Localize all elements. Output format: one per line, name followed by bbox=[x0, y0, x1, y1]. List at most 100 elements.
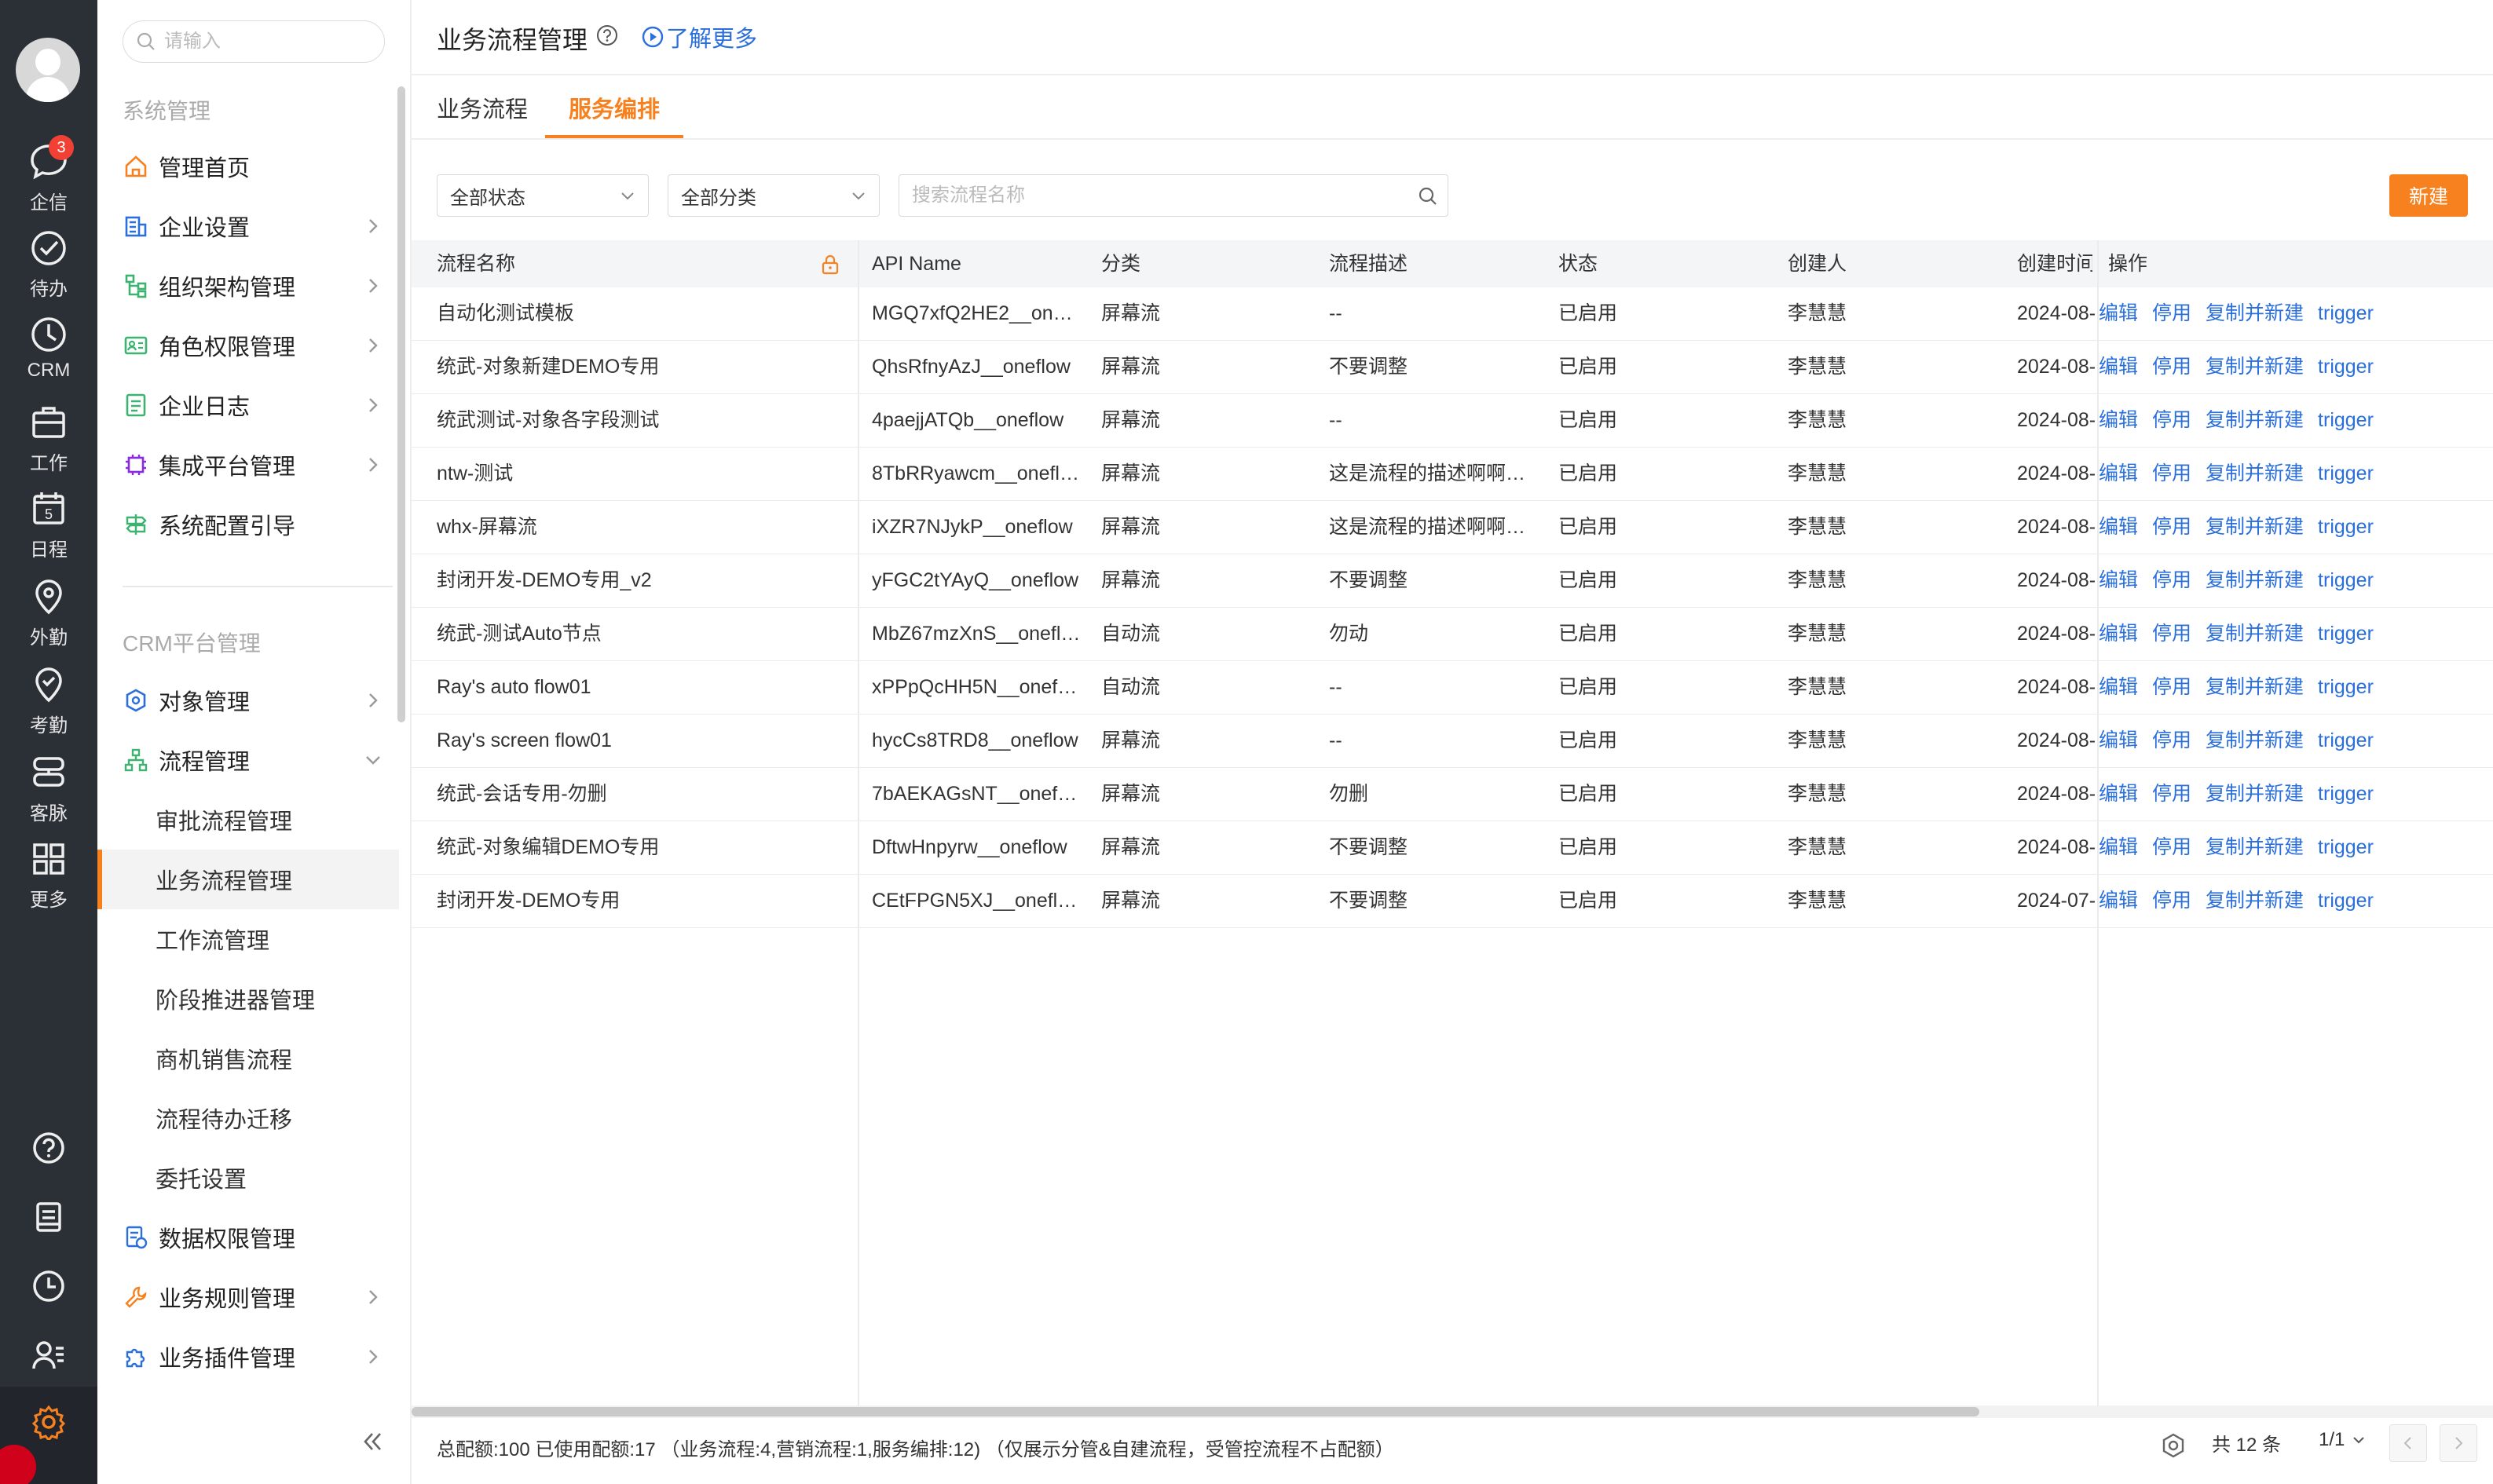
disable-link[interactable]: 停用 bbox=[2152, 569, 2191, 591]
trigger-link[interactable]: trigger bbox=[2318, 783, 2374, 805]
disable-link[interactable]: 停用 bbox=[2152, 462, 2191, 484]
tab-business-process[interactable]: 业务流程 bbox=[437, 91, 528, 138]
process-search-input[interactable] bbox=[912, 185, 1399, 207]
table-row[interactable]: 封闭开发-DEMO专用 CEtFPGN5XJ__onefl… 屏幕流 不要调整 已启用 李… bbox=[412, 875, 2493, 928]
trigger-link[interactable]: trigger bbox=[2318, 890, 2374, 912]
process-search[interactable] bbox=[899, 174, 1448, 217]
sidebar-item-org[interactable]: 组织架构管理 bbox=[116, 262, 393, 309]
user-avatar[interactable] bbox=[16, 38, 80, 102]
sidebar-subitem-business-process[interactable]: 业务流程管理 bbox=[97, 850, 399, 909]
sidebar-scrollbar[interactable] bbox=[397, 86, 405, 722]
sidebar-item-plugins[interactable]: 业务插件管理 bbox=[116, 1333, 393, 1380]
status-filter-select[interactable]: 全部状态 bbox=[437, 174, 649, 217]
sidebar-search[interactable] bbox=[123, 20, 385, 63]
edit-link[interactable]: 编辑 bbox=[2099, 729, 2138, 751]
copy-create-link[interactable]: 复制并新建 bbox=[2206, 729, 2304, 751]
trigger-link[interactable]: trigger bbox=[2318, 356, 2374, 378]
new-button[interactable]: 新建 bbox=[2389, 174, 2468, 217]
disable-link[interactable]: 停用 bbox=[2152, 836, 2191, 858]
tab-service-orchestration[interactable]: 服务编排 bbox=[545, 91, 684, 138]
table-row[interactable]: 封闭开发-DEMO专用_v2 yFGC2tYAyQ__oneflow 屏幕流 不要调整… bbox=[412, 554, 2493, 608]
sidebar-subitem-workflow[interactable]: 工作流管理 bbox=[97, 909, 399, 969]
trigger-link[interactable]: trigger bbox=[2318, 676, 2374, 698]
sidebar-item-logs[interactable]: 企业日志 bbox=[116, 382, 393, 429]
table-row[interactable]: 统武测试-对象各字段测试 4paejjATQb__oneflow 屏幕流 -- 已启用 李… bbox=[412, 394, 2493, 448]
copy-create-link[interactable]: 复制并新建 bbox=[2206, 676, 2304, 698]
table-row[interactable]: 统武-对象编辑DEMO专用 DftwHnpyrw__oneflow 屏幕流 不要调整 已… bbox=[412, 821, 2493, 875]
edit-link[interactable]: 编辑 bbox=[2099, 623, 2138, 645]
sidebar-item-integration[interactable]: 集成平台管理 bbox=[116, 441, 393, 488]
table-row[interactable]: Ray's auto flow01 xPPpQcHH5N__onef… 自动流 -- 已… bbox=[412, 661, 2493, 715]
table-row[interactable]: 自动化测试模板 MGQ7xfQ2HE2__on… 屏幕流 -- 已启用 李慧慧 2024-0… bbox=[412, 287, 2493, 341]
disable-link[interactable]: 停用 bbox=[2152, 516, 2191, 538]
prev-page-button[interactable] bbox=[2389, 1424, 2427, 1462]
category-filter-select[interactable]: 全部分类 bbox=[668, 174, 880, 217]
settings-icon[interactable] bbox=[2160, 1432, 2187, 1459]
edit-link[interactable]: 编辑 bbox=[2099, 409, 2138, 431]
question-circle-icon[interactable] bbox=[595, 24, 619, 47]
copy-create-link[interactable]: 复制并新建 bbox=[2206, 302, 2304, 324]
edit-link[interactable]: 编辑 bbox=[2099, 890, 2138, 912]
rail-item-crm[interactable]: CRM bbox=[0, 314, 97, 393]
learn-more-link[interactable]: 了解更多 bbox=[641, 20, 757, 53]
disable-link[interactable]: 停用 bbox=[2152, 783, 2191, 805]
trigger-link[interactable]: trigger bbox=[2318, 729, 2374, 751]
edit-link[interactable]: 编辑 bbox=[2099, 302, 2138, 324]
edit-link[interactable]: 编辑 bbox=[2099, 836, 2138, 858]
trigger-link[interactable]: trigger bbox=[2318, 623, 2374, 645]
edit-link[interactable]: 编辑 bbox=[2099, 356, 2138, 378]
rail-item-messages[interactable]: 3 企信 bbox=[0, 135, 97, 220]
copy-create-link[interactable]: 复制并新建 bbox=[2206, 836, 2304, 858]
disable-link[interactable]: 停用 bbox=[2152, 676, 2191, 698]
sidebar-item-business-rules[interactable]: 业务规则管理 bbox=[116, 1274, 393, 1321]
copy-create-link[interactable]: 复制并新建 bbox=[2206, 516, 2304, 538]
rail-profile[interactable] bbox=[0, 1332, 97, 1379]
copy-create-link[interactable]: 复制并新建 bbox=[2206, 409, 2304, 431]
page-select[interactable]: 1/1 bbox=[2319, 1429, 2367, 1451]
table-row[interactable]: ntw-测试 8TbRRyawcm__onefl… 屏幕流 这是流程的描述啊啊… 已启用… bbox=[412, 448, 2493, 501]
edit-link[interactable]: 编辑 bbox=[2099, 462, 2138, 484]
sidebar-subitem-sales[interactable]: 商机销售流程 bbox=[97, 1029, 399, 1088]
disable-link[interactable]: 停用 bbox=[2152, 409, 2191, 431]
copy-create-link[interactable]: 复制并新建 bbox=[2206, 623, 2304, 645]
sidebar-subitem-delegation[interactable]: 委托设置 bbox=[97, 1148, 399, 1208]
sidebar-item-data-permission[interactable]: 数据权限管理 bbox=[116, 1214, 393, 1261]
edit-link[interactable]: 编辑 bbox=[2099, 783, 2138, 805]
copy-create-link[interactable]: 复制并新建 bbox=[2206, 890, 2304, 912]
trigger-link[interactable]: trigger bbox=[2318, 516, 2374, 538]
rail-item-field[interactable]: 外勤 bbox=[0, 576, 97, 655]
rail-item-work[interactable]: 工作 bbox=[0, 402, 97, 481]
horizontal-scrollbar-thumb[interactable] bbox=[412, 1407, 1979, 1416]
copy-create-link[interactable]: 复制并新建 bbox=[2206, 356, 2304, 378]
sidebar-item-process[interactable]: 流程管理 bbox=[116, 737, 393, 784]
trigger-link[interactable]: trigger bbox=[2318, 409, 2374, 431]
rail-history[interactable] bbox=[0, 1263, 97, 1310]
table-row[interactable]: whx-屏幕流 iXZR7NJykP__oneflow 屏幕流 这是流程的描述啊啊… 已… bbox=[412, 501, 2493, 554]
rail-item-more[interactable]: 更多 bbox=[0, 839, 97, 917]
sidebar-item-objects[interactable]: 对象管理 bbox=[116, 677, 393, 724]
sidebar-item-enterprise[interactable]: 企业设置 bbox=[116, 203, 393, 250]
rail-item-todo[interactable]: 待办 bbox=[0, 228, 97, 306]
edit-link[interactable]: 编辑 bbox=[2099, 569, 2138, 591]
rail-item-attendance[interactable]: 考勤 bbox=[0, 664, 97, 743]
trigger-link[interactable]: trigger bbox=[2318, 302, 2374, 324]
disable-link[interactable]: 停用 bbox=[2152, 623, 2191, 645]
sidebar-item-config-guide[interactable]: 系统配置引导 bbox=[116, 501, 393, 548]
trigger-link[interactable]: trigger bbox=[2318, 462, 2374, 484]
table-row[interactable]: 统武-对象新建DEMO专用 QhsRfnyAzJ__oneflow 屏幕流 不要调整 已… bbox=[412, 341, 2493, 394]
sidebar-search-input[interactable] bbox=[164, 31, 368, 53]
rail-item-contacts[interactable]: 客脉 bbox=[0, 752, 97, 831]
rail-notes[interactable] bbox=[0, 1193, 97, 1241]
copy-create-link[interactable]: 复制并新建 bbox=[2206, 462, 2304, 484]
rail-item-calendar[interactable]: 5 日程 bbox=[0, 488, 97, 567]
trigger-link[interactable]: trigger bbox=[2318, 836, 2374, 858]
disable-link[interactable]: 停用 bbox=[2152, 729, 2191, 751]
lock-icon[interactable] bbox=[820, 254, 840, 275]
disable-link[interactable]: 停用 bbox=[2152, 356, 2191, 378]
collapse-sidebar-icon[interactable] bbox=[357, 1426, 388, 1457]
table-row[interactable]: 统武-会话专用-勿删 7bAEKAGsNT__onef… 屏幕流 勿删 已启用 李慧慧 20… bbox=[412, 768, 2493, 821]
sidebar-subitem-todo-migration[interactable]: 流程待办迁移 bbox=[97, 1088, 399, 1148]
table-row[interactable]: Ray's screen flow01 hycCs8TRD8__oneflow 屏幕… bbox=[412, 715, 2493, 768]
sidebar-item-roles[interactable]: 角色权限管理 bbox=[116, 322, 393, 369]
copy-create-link[interactable]: 复制并新建 bbox=[2206, 783, 2304, 805]
